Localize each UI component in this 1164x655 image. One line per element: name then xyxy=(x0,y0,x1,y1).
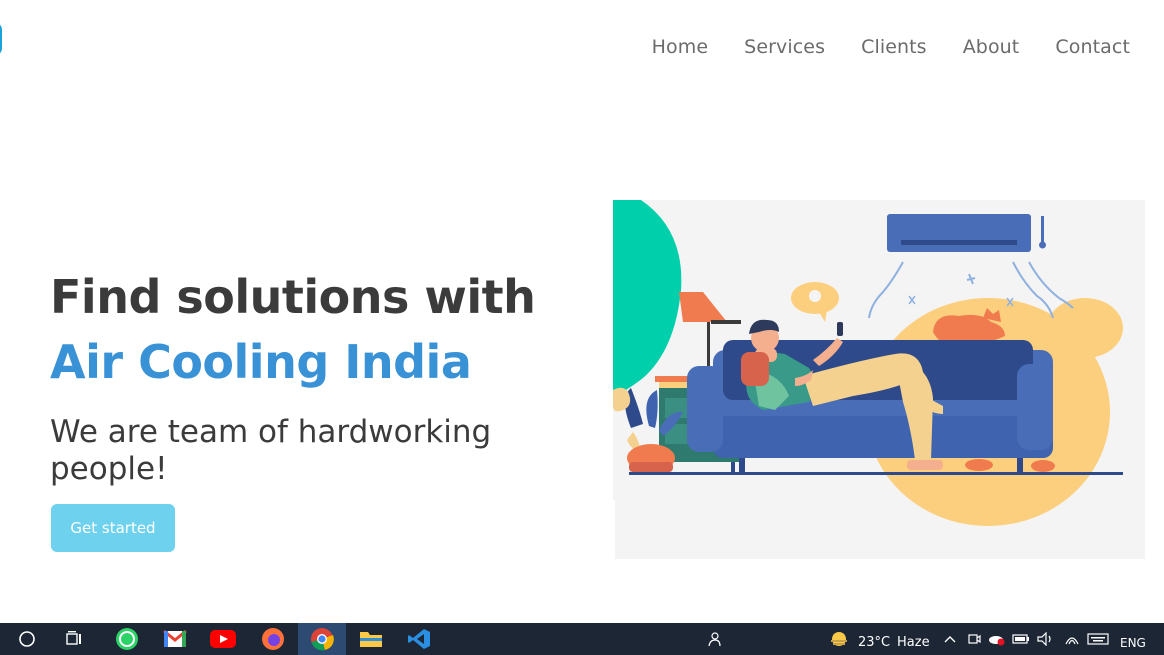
people-icon[interactable] xyxy=(700,623,728,655)
nav-services[interactable]: Services xyxy=(744,36,825,58)
wifi-icon[interactable] xyxy=(1060,623,1084,655)
windows-taskbar: 23°C Haze ENG xyxy=(0,623,1164,655)
weather-temp: 23°C xyxy=(858,635,891,650)
main-nav: Home Services Clients About Contact xyxy=(652,36,1130,58)
hero-illustration xyxy=(613,200,1145,559)
battery-icon[interactable] xyxy=(1010,623,1032,655)
task-view-icon[interactable] xyxy=(60,623,90,655)
whatsapp-icon[interactable] xyxy=(110,623,144,655)
logo-fragment[interactable] xyxy=(0,22,2,56)
chevron-up-icon[interactable] xyxy=(940,623,960,655)
onedrive-error-icon[interactable] xyxy=(986,623,1008,655)
meet-now-icon[interactable] xyxy=(964,623,984,655)
nav-home[interactable]: Home xyxy=(652,36,709,58)
start-search-icon[interactable] xyxy=(12,623,42,655)
volume-icon[interactable] xyxy=(1034,623,1058,655)
weather-icon xyxy=(826,623,852,655)
language-indicator[interactable]: ENG xyxy=(1120,623,1146,655)
hero-title: Find solutions with xyxy=(50,270,536,324)
nav-contact[interactable]: Contact xyxy=(1055,36,1130,58)
hero-brand: Air Cooling India xyxy=(50,335,472,389)
weather-condition: Haze xyxy=(897,635,930,650)
file-explorer-icon[interactable] xyxy=(354,623,388,655)
keyboard-icon[interactable] xyxy=(1084,623,1112,655)
hero-subtitle: We are team of hardworking people! xyxy=(50,414,492,487)
nav-about[interactable]: About xyxy=(963,36,1020,58)
vscode-icon[interactable] xyxy=(402,623,436,655)
chrome-icon[interactable] xyxy=(298,623,346,655)
nav-clients[interactable]: Clients xyxy=(861,36,927,58)
youtube-icon[interactable] xyxy=(206,623,240,655)
firefox-icon[interactable] xyxy=(256,623,290,655)
get-started-button[interactable]: Get started xyxy=(51,504,175,552)
gmail-icon[interactable] xyxy=(158,623,192,655)
